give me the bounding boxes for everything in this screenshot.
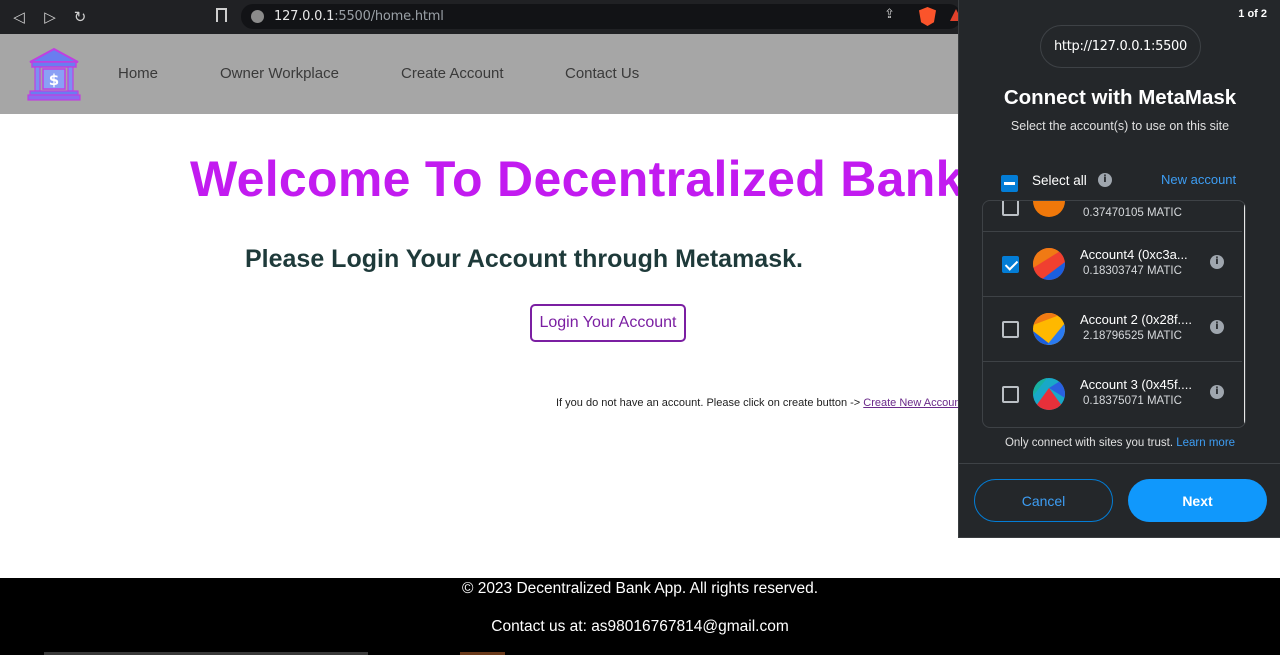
account-checkbox[interactable] (1002, 256, 1019, 273)
account-avatar (1033, 248, 1065, 280)
account-avatar (1033, 201, 1065, 217)
account-row[interactable]: Account4 (0xc3a... 0.18303747 MATIC i (983, 232, 1242, 297)
note-text: If you do not have an account. Please cl… (556, 397, 864, 409)
select-all-info-icon[interactable]: i (1098, 173, 1112, 187)
address-bar[interactable]: 127.0.0.1:5500/home.html (241, 4, 961, 29)
account-balance: 0.18375071 MATIC (1083, 395, 1182, 407)
select-all-checkbox[interactable] (1001, 175, 1018, 192)
create-account-note: If you do not have an account. Please cl… (556, 397, 964, 409)
popup-subtitle: Select the account(s) to use on this sit… (1010, 119, 1230, 133)
page-indicator: 1 of 2 (1238, 8, 1267, 20)
account-list-scrollbar[interactable] (1244, 201, 1245, 427)
select-all-label: Select all (1032, 173, 1087, 188)
account-balance: 0.37470105 MATIC (1083, 207, 1182, 219)
account-avatar (1033, 313, 1065, 345)
account-info-icon[interactable]: i (1210, 255, 1224, 269)
account-balance: 0.18303747 MATIC (1083, 265, 1182, 277)
site-origin-pill: http://127.0.0.1:5500 (1040, 25, 1201, 68)
learn-more-link[interactable]: Learn more (1176, 437, 1235, 449)
create-new-account-link[interactable]: Create New Account (863, 397, 963, 409)
account-row[interactable]: 0.37470105 MATIC i (983, 200, 1242, 232)
account-name: Account 2 (0x28f.... (1080, 312, 1193, 327)
site-footer: © 2023 Decentralized Bank App. All right… (0, 578, 1280, 655)
bank-logo-icon: $ (27, 47, 81, 101)
login-button[interactable]: Login Your Account (530, 304, 686, 342)
popup-title: Connect with MetaMask (1003, 86, 1237, 109)
reload-icon[interactable]: ↻ (70, 7, 90, 27)
new-account-link[interactable]: New account (1161, 172, 1236, 187)
share-icon[interactable]: ⇪ (884, 8, 898, 22)
nav-owner-workplace[interactable]: Owner Workplace (220, 65, 339, 82)
nav-create-account[interactable]: Create Account (401, 65, 504, 82)
footer-contact: Contact us at: as98016767814@gmail.com (491, 618, 789, 635)
account-checkbox[interactable] (1002, 386, 1019, 403)
metamask-popup: 1 of 2 http://127.0.0.1:5500 Connect wit… (958, 0, 1280, 538)
svg-text:$: $ (49, 71, 59, 89)
account-checkbox[interactable] (1002, 321, 1019, 338)
next-button[interactable]: Next (1128, 479, 1267, 522)
account-info-icon[interactable]: i (1210, 320, 1224, 334)
account-avatar (1033, 378, 1065, 410)
account-row[interactable]: Account 3 (0x45f.... 0.18375071 MATIC i (983, 362, 1242, 427)
nav-contact-us[interactable]: Contact Us (565, 65, 639, 82)
page-subtitle: Please Login Your Account through Metama… (245, 245, 803, 273)
nav-home[interactable]: Home (118, 65, 158, 82)
site-info-icon[interactable] (251, 10, 264, 23)
page-title: Welcome To Decentralized Bank (190, 151, 964, 207)
footer-copyright: © 2023 Decentralized Bank App. All right… (461, 580, 819, 597)
forward-icon[interactable]: ▷ (40, 7, 60, 27)
account-balance: 2.18796525 MATIC (1083, 330, 1182, 342)
account-checkbox[interactable] (1002, 201, 1019, 216)
account-name: Account 3 (0x45f.... (1080, 377, 1193, 392)
account-info-icon[interactable]: i (1210, 200, 1224, 201)
account-info-icon[interactable]: i (1210, 385, 1224, 399)
cancel-button[interactable]: Cancel (974, 479, 1113, 522)
bookmark-icon[interactable] (216, 8, 227, 22)
trust-text: Only connect with sites you trust. (1004, 437, 1174, 449)
account-row[interactable]: Account 2 (0x28f.... 2.18796525 MATIC i (983, 297, 1242, 362)
trust-note: Only connect with sites you trust. Learn… (959, 437, 1280, 449)
account-list[interactable]: 0.37470105 MATIC i Account4 (0xc3a... 0.… (982, 200, 1246, 428)
back-icon[interactable]: ◁ (9, 7, 29, 27)
footer-divider (959, 463, 1280, 464)
account-name: Account4 (0xc3a... (1080, 247, 1188, 262)
url-text: 127.0.0.1:5500/home.html (274, 9, 444, 24)
